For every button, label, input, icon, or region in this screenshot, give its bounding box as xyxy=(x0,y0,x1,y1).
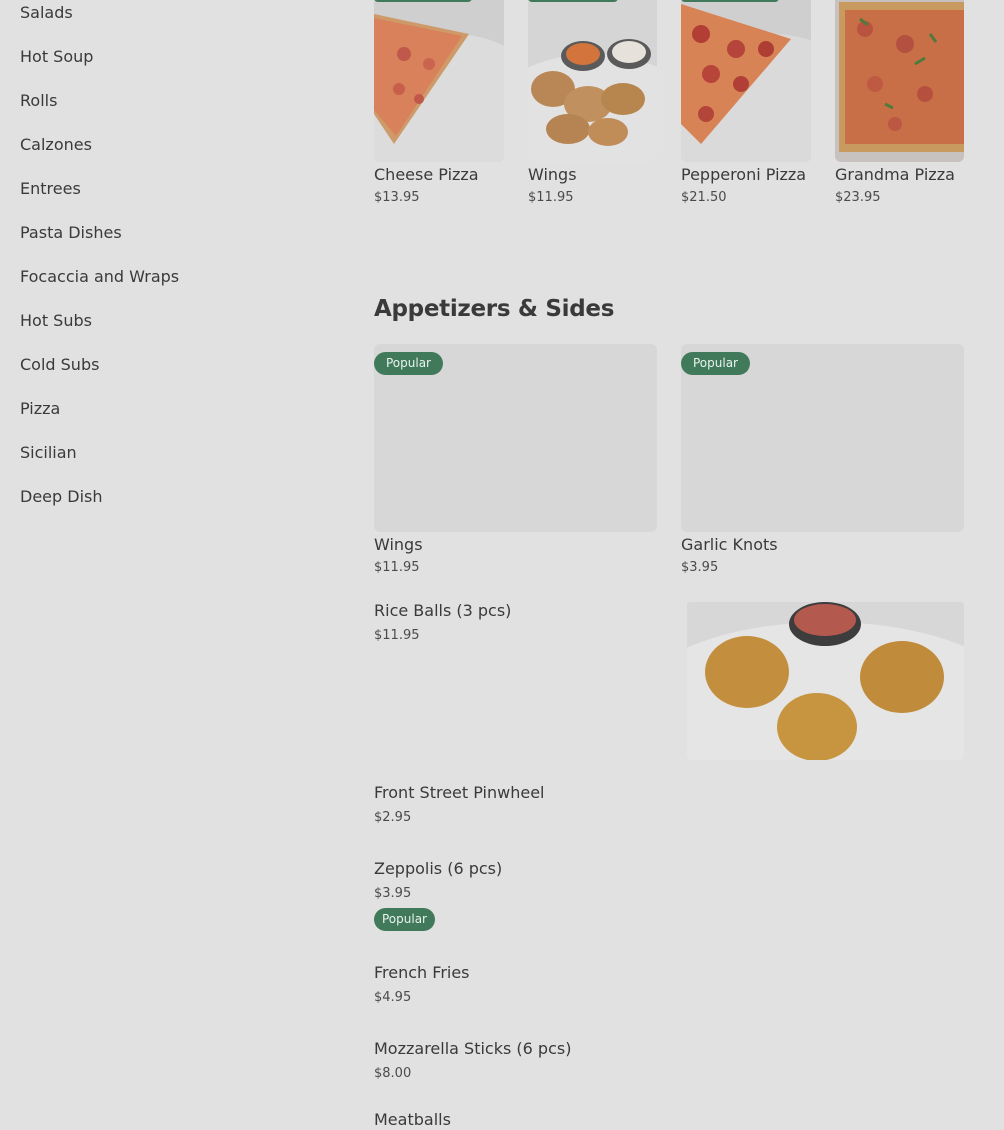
menu-item-name[interactable]: Zeppolis (6 pcs) xyxy=(374,859,502,879)
featured-item-name[interactable]: Grandma Pizza xyxy=(835,165,955,185)
section-title: Appetizers & Sides xyxy=(374,296,615,322)
sidebar-item-rolls[interactable]: Rolls xyxy=(20,90,57,112)
cheese-pizza-image[interactable] xyxy=(374,0,504,162)
sidebar-item-pizza[interactable]: Pizza xyxy=(20,398,60,420)
featured-item-price: $13.95 xyxy=(374,190,420,205)
popular-badge: Popular xyxy=(374,352,443,375)
sidebar-item-hot-soup[interactable]: Hot Soup xyxy=(20,46,93,68)
sidebar-item-deep-dish[interactable]: Deep Dish xyxy=(20,486,103,508)
menu-item-name[interactable]: French Fries xyxy=(374,963,470,983)
sidebar-item-salads[interactable]: Salads xyxy=(20,2,73,24)
featured-item-price: $23.95 xyxy=(835,190,881,205)
menu-item-price: $2.95 xyxy=(374,810,412,825)
card-item-price: $3.95 xyxy=(681,560,719,575)
card-item-name[interactable]: Wings xyxy=(374,535,423,555)
wings-image[interactable] xyxy=(528,0,657,162)
featured-item-price: $21.50 xyxy=(681,190,727,205)
sidebar-item-pasta-dishes[interactable]: Pasta Dishes xyxy=(20,222,122,244)
menu-item-name[interactable]: Mozzarella Sticks (6 pcs) xyxy=(374,1039,571,1059)
sidebar-item-focaccia-wraps[interactable]: Focaccia and Wraps xyxy=(20,266,179,288)
menu-item-name[interactable]: Front Street Pinwheel xyxy=(374,783,545,803)
pepperoni-pizza-image[interactable] xyxy=(681,0,811,162)
featured-item-name[interactable]: Cheese Pizza xyxy=(374,165,479,185)
grandma-pizza-image[interactable] xyxy=(835,0,964,162)
sidebar-item-hot-subs[interactable]: Hot Subs xyxy=(20,310,92,332)
featured-item-price: $11.95 xyxy=(528,190,574,205)
menu-item-name[interactable]: Rice Balls (3 pcs) xyxy=(374,601,511,621)
menu-item-name[interactable]: Meatballs xyxy=(374,1110,451,1130)
menu-item-price: $8.00 xyxy=(374,1066,412,1081)
sidebar-item-entrees[interactable]: Entrees xyxy=(20,178,81,200)
sidebar-item-calzones[interactable]: Calzones xyxy=(20,134,92,156)
popular-badge: Popular xyxy=(681,352,750,375)
featured-item-name[interactable]: Pepperoni Pizza xyxy=(681,165,806,185)
rice-balls-image[interactable] xyxy=(687,602,964,760)
menu-item-price: $11.95 xyxy=(374,628,420,643)
menu-item-price: $3.95 xyxy=(374,886,412,901)
sidebar-item-cold-subs[interactable]: Cold Subs xyxy=(20,354,99,376)
popular-badge: Popular xyxy=(374,908,435,931)
featured-item-name[interactable]: Wings xyxy=(528,165,577,185)
menu-item-price: $4.95 xyxy=(374,990,412,1005)
card-item-price: $11.95 xyxy=(374,560,420,575)
sidebar-item-sicilian[interactable]: Sicilian xyxy=(20,442,77,464)
card-item-name[interactable]: Garlic Knots xyxy=(681,535,778,555)
